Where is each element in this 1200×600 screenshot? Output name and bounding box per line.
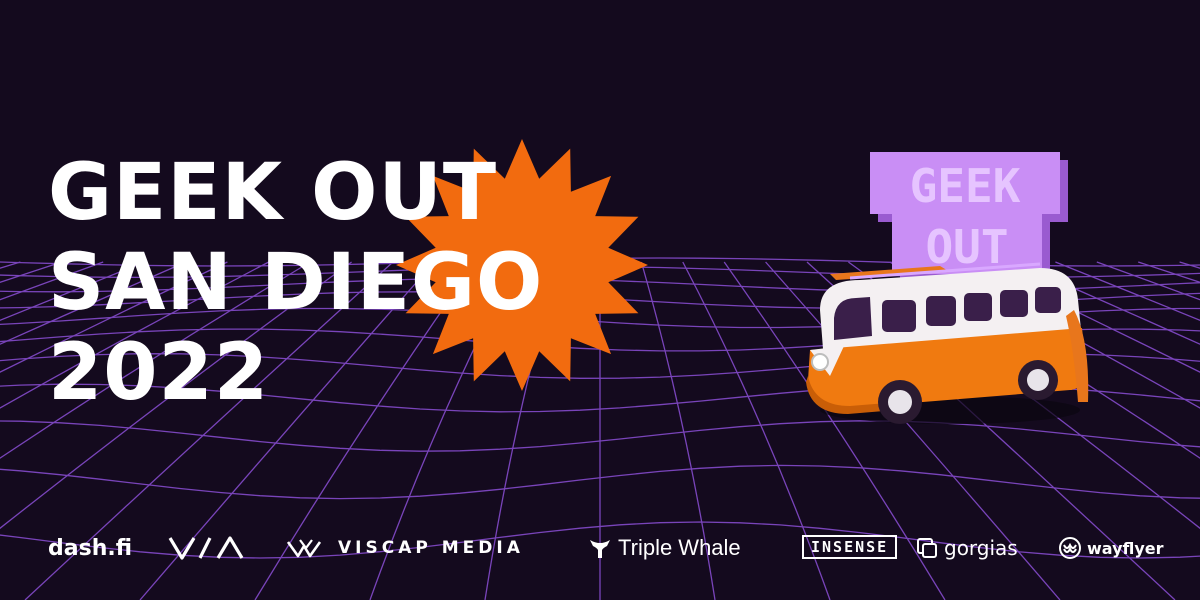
via-logo (168, 530, 244, 566)
viscap-media-logo: VISCAP MEDIA (286, 530, 524, 566)
banner: GEEK OUT SAN DIEGO 2022 GEEK OUT dash.fi… (0, 0, 1200, 600)
viscap-media-label: VISCAP MEDIA (338, 538, 524, 558)
title-line-2: SAN DIEGO (48, 238, 544, 328)
gorgias-label: gorgias (944, 536, 1018, 560)
insense-logo: INSENSE (802, 535, 898, 559)
gorgias-logo: gorgias (916, 530, 1018, 566)
via-icon (168, 536, 244, 560)
gorgias-icon (917, 538, 937, 558)
sponsor-logo-bar: dash.fi VISCAP MEDIA Triple Whale INSENS… (0, 520, 1200, 576)
viscap-icon (286, 539, 322, 558)
event-title: GEEK OUT SAN DIEGO 2022 (48, 148, 543, 418)
dash-fi-label: dash.fi (48, 535, 133, 561)
wayflyer-logo: wayflyer (1058, 530, 1164, 566)
title-line-3: 2022 (48, 328, 270, 418)
badge-line-1: GEEK (910, 159, 1021, 213)
wayflyer-icon (1059, 537, 1081, 559)
triple-whale-label: Triple Whale (618, 535, 741, 560)
title-line-1: GEEK OUT (48, 148, 498, 238)
whale-tail-icon (590, 540, 610, 558)
dash-fi-logo: dash.fi (48, 530, 132, 566)
vw-bus-illustration: GEEK OUT (806, 152, 1089, 424)
insense-label: INSENSE (811, 538, 889, 556)
wayflyer-label: wayflyer (1087, 538, 1164, 558)
triple-whale-logo: Triple Whale (588, 530, 741, 566)
